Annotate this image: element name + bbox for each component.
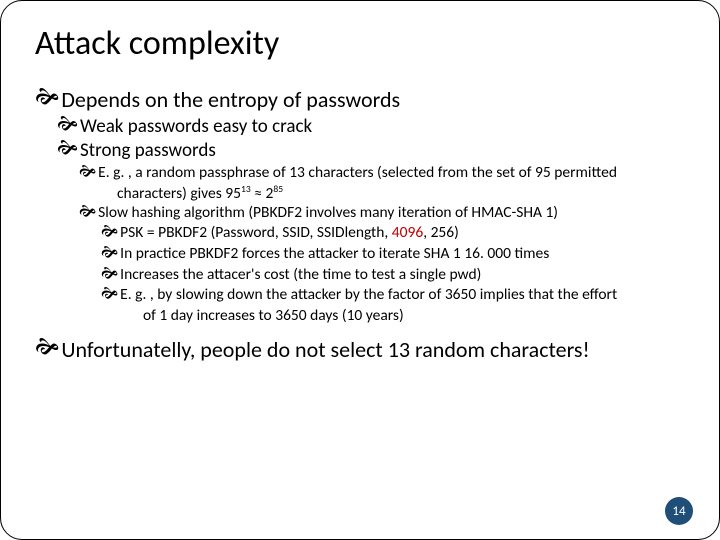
bullet-icon: 🙞 <box>101 224 118 240</box>
bullet-icon: 🙞 <box>101 286 118 302</box>
text: E. g. , a random passphrase of 13 charac… <box>98 163 617 182</box>
bullet-icon: 🙞 <box>101 245 118 261</box>
bullet-icon: 🙞 <box>35 86 59 108</box>
bullet-level4: 🙞Increases the attacer's cost (the time … <box>101 266 685 285</box>
bullet-level1: 🙞Depends on the entropy of passwords 🙞We… <box>35 86 685 326</box>
text: Unfortunatelly, people do not select 13 … <box>61 336 589 363</box>
text: In practice PBKDF2 forces the attacker t… <box>120 244 549 263</box>
highlight-number: 4096 <box>392 223 423 242</box>
text: Slow hashing algorithm (PBKDF2 involves … <box>98 203 558 222</box>
text: Increases the attacer's cost (the time t… <box>120 265 481 284</box>
bullet-level4: 🙞PSK = PBKDF2 (Password, SSID, SSIDlengt… <box>101 224 685 243</box>
bullet-level3: 🙞E. g. , a random passphrase of 13 chara… <box>79 164 685 183</box>
bullet-icon: 🙞 <box>57 139 78 158</box>
bullet-level1: 🙞Unfortunatelly, people do not select 13… <box>35 336 685 363</box>
page-number: 14 <box>672 504 685 519</box>
text-continuation: of 1 day increases to 3650 days (10 year… <box>143 307 685 326</box>
text: Weak passwords easy to crack <box>80 115 312 138</box>
bullet-level2: 🙞Strong passwords 🙞E. g. , a random pass… <box>57 139 685 326</box>
bullet-icon: 🙞 <box>79 164 96 180</box>
text: Depends on the entropy of passwords <box>61 86 400 113</box>
bullet-level4: 🙞In practice PBKDF2 forces the attacker … <box>101 245 685 264</box>
bullet-icon: 🙞 <box>79 204 96 220</box>
bullet-icon: 🙞 <box>35 336 59 358</box>
text: E. g. , by slowing down the attacker by … <box>120 285 617 304</box>
bullet-level4: 🙞E. g. , by slowing down the attacker by… <box>101 286 685 305</box>
slide-title: Attack complexity <box>35 23 685 64</box>
text-continuation: characters) gives 9513 ≈ 285 <box>117 185 685 204</box>
text: Strong passwords <box>80 139 216 162</box>
page-number-badge: 14 <box>665 497 693 525</box>
bullet-icon: 🙞 <box>101 266 118 282</box>
bullet-level2: 🙞Weak passwords easy to crack <box>57 115 685 138</box>
slide-frame: Attack complexity 🙞Depends on the entrop… <box>0 0 720 540</box>
bullet-icon: 🙞 <box>57 115 78 134</box>
bullet-level3: 🙞Slow hashing algorithm (PBKDF2 involves… <box>79 204 685 326</box>
